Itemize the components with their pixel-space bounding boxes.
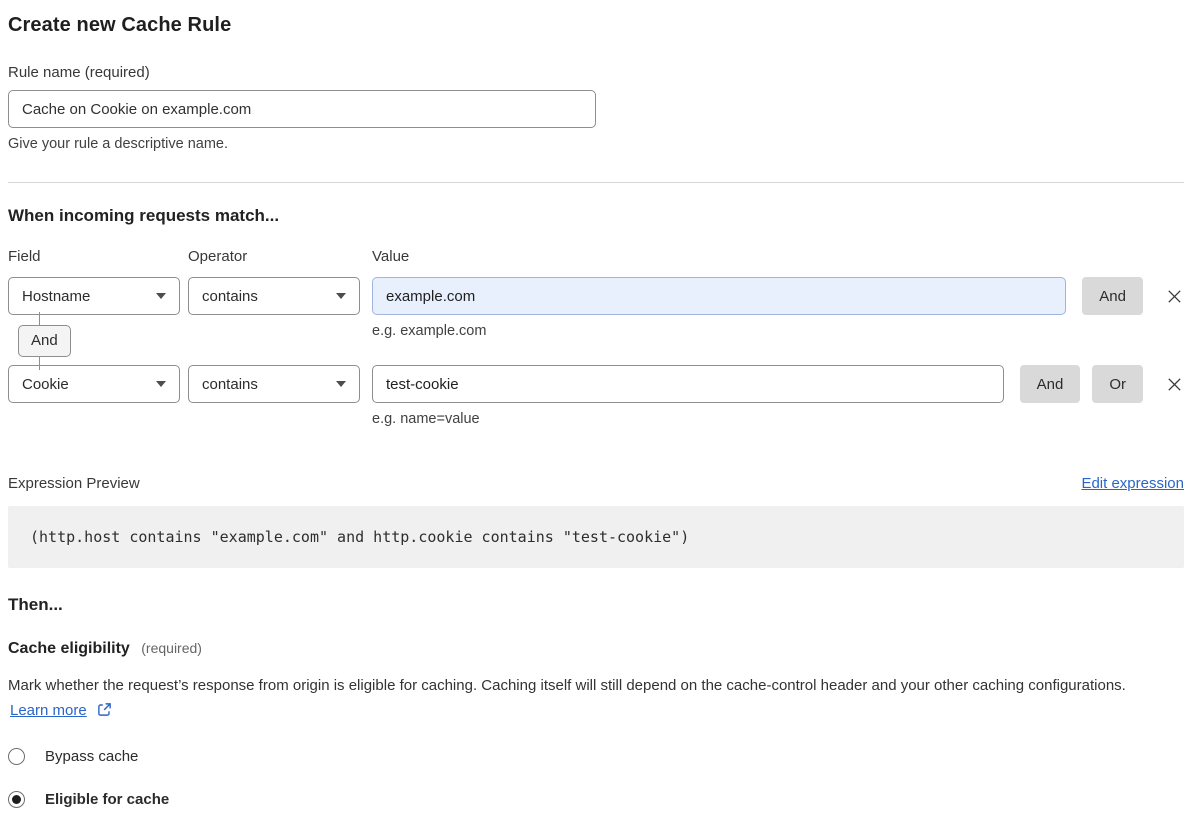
condition-row-2: Cookie contains e.g. name=value And Or (8, 365, 1184, 427)
description-text: Mark whether the request’s response from… (8, 677, 1126, 694)
chevron-down-icon (156, 293, 166, 299)
condition-column-labels: Field Operator Value (8, 248, 1184, 265)
required-tag: (required) (141, 640, 202, 656)
condition-connector: And (8, 325, 88, 357)
close-icon (1165, 375, 1184, 394)
row-2-actions: And Or (1020, 365, 1184, 403)
cache-eligibility-label: Cache eligibility (8, 640, 130, 657)
create-cache-rule-page: Create new Cache Rule Rule name (require… (0, 0, 1200, 838)
connector-and-toggle[interactable]: And (18, 325, 71, 357)
rule-name-input[interactable] (8, 90, 596, 128)
page-title: Create new Cache Rule (8, 14, 1184, 37)
radio-unselected-icon[interactable] (8, 748, 25, 765)
value-column-label: Value (372, 248, 1184, 265)
value-input-2[interactable] (372, 365, 1004, 403)
operator-select-1[interactable]: contains (188, 277, 360, 315)
operator-column-label: Operator (188, 248, 372, 265)
expression-code: (http.host contains "example.com" and ht… (8, 506, 1184, 568)
operator-select-2-value: contains (202, 376, 258, 393)
operator-select-2[interactable]: contains (188, 365, 360, 403)
section-divider (8, 182, 1184, 183)
field-select-1[interactable]: Hostname (8, 277, 180, 315)
value-hint-2: e.g. name=value (372, 411, 1004, 427)
expression-preview-header: Expression Preview Edit expression (8, 475, 1184, 492)
chevron-down-icon (336, 381, 346, 387)
edit-expression-link[interactable]: Edit expression (1081, 475, 1184, 492)
radio-label: Eligible for cache (45, 791, 169, 808)
expression-preview-label: Expression Preview (8, 475, 140, 492)
add-or-condition-button[interactable]: Or (1092, 365, 1143, 403)
radio-label: Bypass cache (45, 748, 138, 765)
add-and-condition-button[interactable]: And (1082, 277, 1143, 315)
value-hint-1: e.g. example.com (372, 323, 1066, 339)
rule-name-helper: Give your rule a descriptive name. (8, 136, 1184, 152)
operator-select-1-value: contains (202, 288, 258, 305)
rule-name-label: Rule name (required) (8, 64, 1184, 81)
radio-selected-icon[interactable] (8, 791, 25, 808)
remove-condition-button[interactable] (1164, 374, 1184, 394)
value-column-2: e.g. name=value (372, 365, 1004, 427)
cache-eligibility-title: Cache eligibility (required) (8, 640, 1184, 658)
field-select-2[interactable]: Cookie (8, 365, 180, 403)
close-icon (1165, 287, 1184, 306)
chevron-down-icon (156, 381, 166, 387)
remove-condition-button[interactable] (1164, 286, 1184, 306)
match-section-heading: When incoming requests match... (8, 206, 1184, 226)
learn-more-link[interactable]: Learn more (10, 702, 87, 719)
field-select-1-value: Hostname (22, 288, 90, 305)
value-input-1[interactable] (372, 277, 1066, 315)
radio-option-bypass-cache[interactable]: Bypass cache (8, 748, 1184, 765)
field-column-label: Field (8, 248, 188, 265)
add-and-condition-button[interactable]: And (1020, 365, 1081, 403)
field-select-2-value: Cookie (22, 376, 69, 393)
cache-eligibility-description: Mark whether the request’s response from… (8, 673, 1168, 723)
then-section-heading: Then... (8, 595, 1184, 615)
radio-option-eligible-for-cache[interactable]: Eligible for cache (8, 791, 1184, 808)
row-1-actions: And (1082, 277, 1184, 315)
value-column-1: e.g. example.com (372, 277, 1066, 339)
condition-row-1: Hostname contains e.g. example.com And (8, 277, 1184, 339)
external-link-icon (97, 702, 112, 717)
chevron-down-icon (336, 293, 346, 299)
